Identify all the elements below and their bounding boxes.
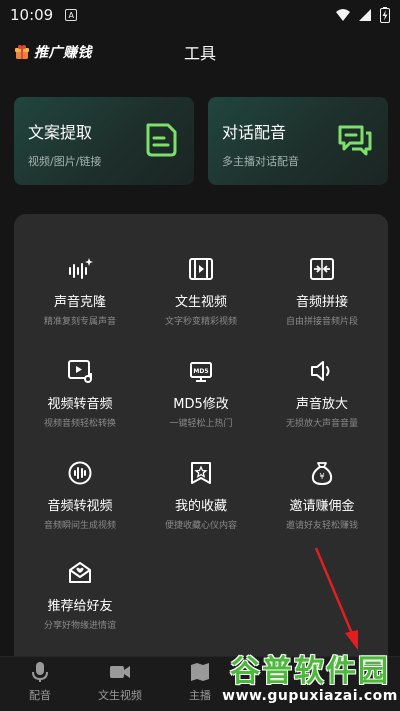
- anchor-icon: [191, 663, 209, 681]
- tool-desc: 精准复刻专属声音: [43, 317, 116, 327]
- tool-name: MD5修改: [173, 397, 229, 412]
- promote-earn-button[interactable]: 推广赚钱: [14, 42, 92, 62]
- svg-text:MD5: MD5: [193, 368, 208, 375]
- watermark-url: www.gupuxiazai.com: [222, 688, 398, 704]
- tool-voice-clone[interactable]: 声音克隆 精准复刻专属声音: [18, 256, 142, 346]
- tool-desc: 分享好物缘进情谊: [43, 621, 116, 631]
- signal-icon: [359, 9, 371, 21]
- tool-recommend-friend[interactable]: 推荐给好友 分享好物缘进情谊: [18, 560, 142, 650]
- gift-box-icon: [15, 45, 29, 59]
- document-extract-icon: [146, 123, 177, 157]
- tool-name: 音频转视频: [47, 499, 113, 514]
- tool-name: 声音放大: [295, 397, 348, 412]
- battery-charging-icon: [380, 7, 390, 23]
- tool-name: 音频拼接: [295, 295, 348, 310]
- tool-desc: 邀请好友轻松赚钱: [285, 521, 358, 531]
- wifi-icon: [336, 9, 350, 21]
- chat-bubbles-icon: [338, 125, 372, 156]
- audio-to-video-icon: [68, 461, 92, 485]
- tool-video-to-audio[interactable]: 视频转音频 视频音频轻松转换: [18, 358, 142, 448]
- tool-name: 视频转音频: [47, 397, 113, 412]
- tool-invite-commission[interactable]: ¥ 邀请赚佣金 邀请好友轻松赚钱: [260, 460, 384, 550]
- status-icons: [336, 7, 390, 23]
- status-time: 10:09: [10, 6, 54, 24]
- share-mail-icon: [69, 562, 91, 583]
- nav-label: 配音: [29, 689, 51, 702]
- tool-name: 推荐给好友: [47, 599, 113, 614]
- promote-earn-label: 推广赚钱: [34, 45, 92, 61]
- tool-desc: 无损放大声音音量: [285, 419, 358, 429]
- svg-text:¥: ¥: [319, 472, 324, 481]
- nav-dubbing[interactable]: 配音: [0, 661, 80, 703]
- microphone-icon: [32, 662, 48, 682]
- speaker-icon: [311, 361, 330, 381]
- tool-md5-modify[interactable]: MD5 MD5修改 一键轻松上热门: [139, 358, 263, 448]
- tool-desc: 音频瞬间生成视频: [43, 521, 116, 531]
- watermark: 谷普软件园 www.gupuxiazai.com: [222, 644, 398, 708]
- tool-audio-to-video[interactable]: 音频转视频 音频瞬间生成视频: [18, 460, 142, 550]
- tool-name: 邀请赚佣金: [289, 499, 355, 514]
- tool-desc: 一键轻松上热门: [169, 419, 233, 429]
- star-bookmark-icon: [191, 462, 211, 484]
- watermark-text: 谷普软件园: [230, 654, 390, 689]
- video-camera-icon: [110, 666, 130, 678]
- tools-panel: 声音克隆 精准复刻专属声音 文生视频 文字秒变精彩视频 音频拼接 自由拼接音频片…: [14, 214, 388, 674]
- app-header: 推广赚钱 工具: [0, 32, 400, 72]
- video-to-audio-icon: [68, 360, 92, 383]
- voice-clone-icon: [69, 258, 93, 279]
- tool-audio-merge[interactable]: 音频拼接 自由拼接音频片段: [260, 256, 384, 346]
- audio-merge-icon: [310, 258, 334, 280]
- status-bar: 10:09 A: [0, 0, 400, 30]
- tool-name: 声音克隆: [53, 295, 106, 310]
- dialogue-dubbing-card[interactable]: 对话配音 多主播对话配音: [208, 97, 388, 185]
- notification-a-icon: A: [65, 9, 78, 21]
- tool-name: 文生视频: [174, 295, 227, 310]
- tool-volume-boost[interactable]: 声音放大 无损放大声音音量: [260, 358, 384, 448]
- tool-text-to-video[interactable]: 文生视频 文字秒变精彩视频: [139, 256, 263, 346]
- nav-label: 文生视频: [98, 689, 142, 702]
- text-extract-card[interactable]: 文案提取 视频/图片/链接: [14, 97, 194, 185]
- tool-desc: 便捷收藏心仪内容: [164, 521, 237, 531]
- tool-desc: 视频音频轻松转换: [43, 419, 116, 429]
- money-bag-icon: ¥: [311, 462, 333, 485]
- tool-desc: 自由拼接音频片段: [285, 317, 358, 327]
- tool-desc: 文字秒变精彩视频: [164, 317, 237, 327]
- film-icon: [189, 258, 213, 280]
- tool-name: 我的收藏: [174, 499, 227, 514]
- nav-text-to-video[interactable]: 文生视频: [80, 661, 160, 703]
- tool-my-favorites[interactable]: 我的收藏 便捷收藏心仪内容: [139, 460, 263, 550]
- md5-icon: MD5: [190, 362, 212, 382]
